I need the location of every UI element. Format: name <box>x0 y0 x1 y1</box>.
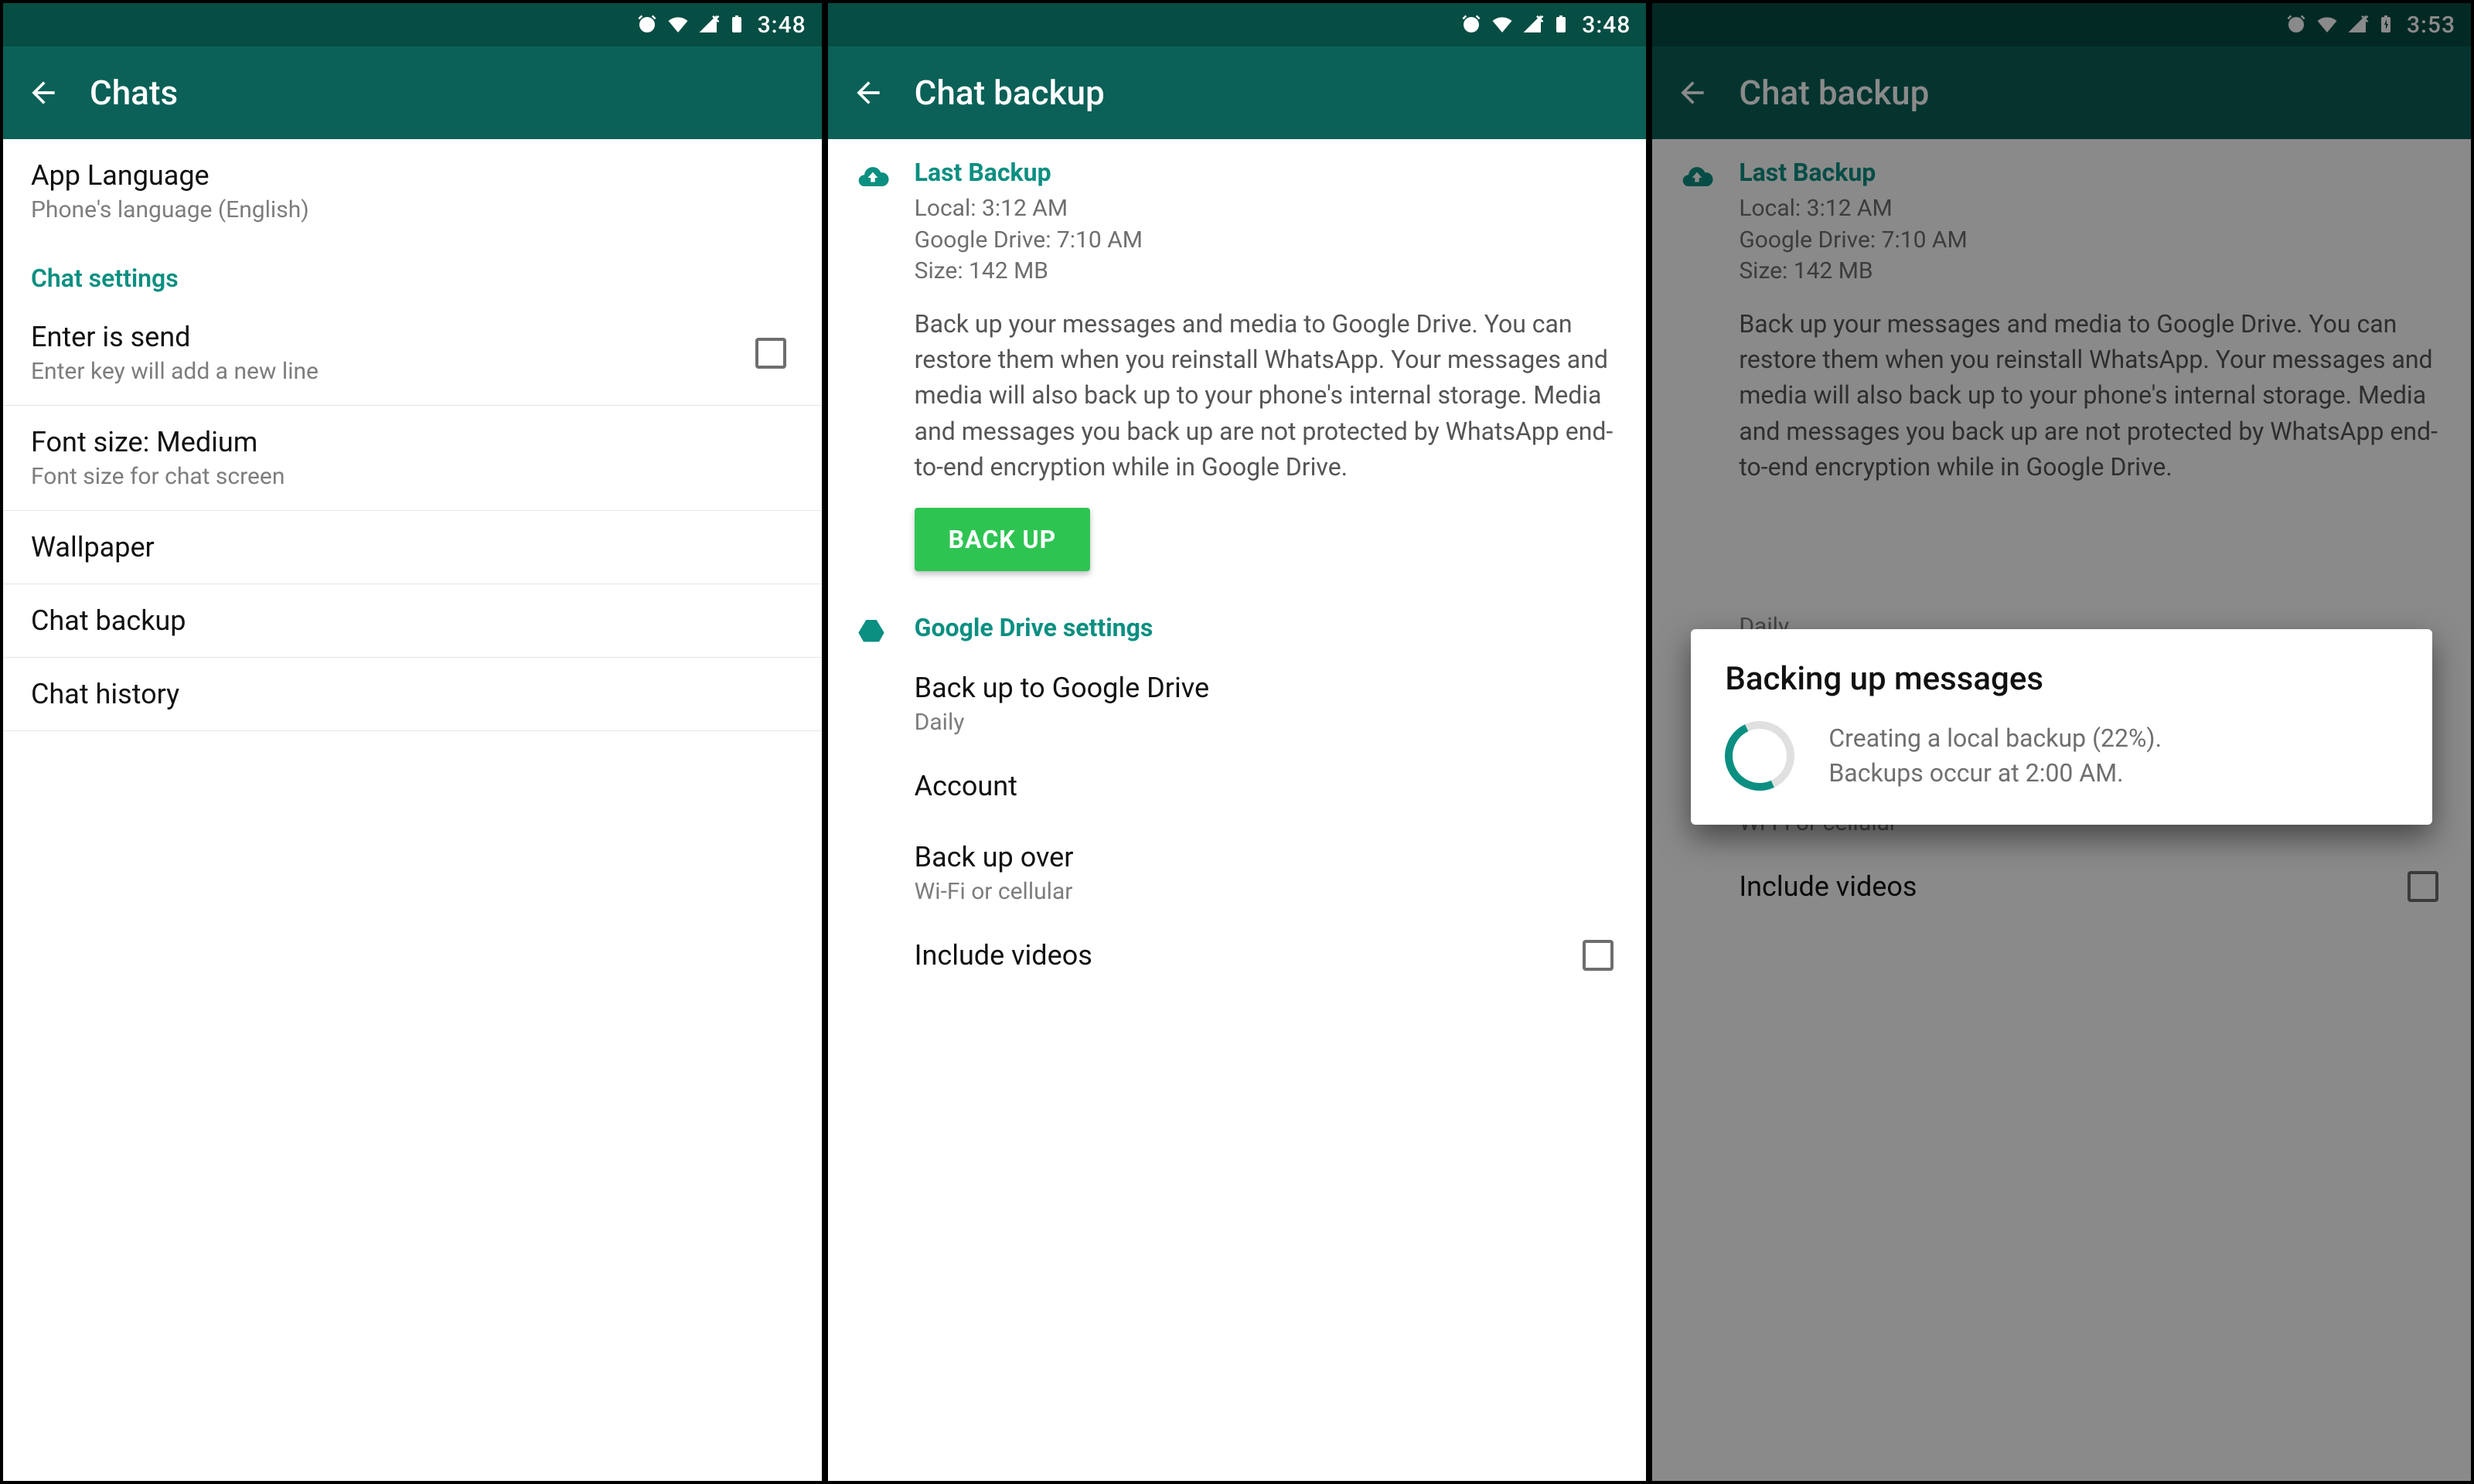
cell-icon <box>1522 13 1545 36</box>
wifi-icon <box>666 13 690 36</box>
screen-chat-backup: 3:48 Chat backup Last Backup Local: 3:12… <box>825 0 1650 1484</box>
chat-backup-label: Chat backup <box>31 604 794 637</box>
item-enter-is-send[interactable]: Enter is send Enter key will add a new l… <box>3 301 822 406</box>
cloud-upload-icon <box>856 158 893 571</box>
dialog-text: Creating a local backup (22%). Backups o… <box>1828 721 2162 791</box>
font-size-primary: Font size: Medium <box>31 426 794 458</box>
item-backup-over[interactable]: Back up over Wi-Fi or cellular <box>915 824 1619 922</box>
app-bar: Chats <box>3 46 822 139</box>
wallpaper-label: Wallpaper <box>31 531 794 563</box>
app-language-secondary: Phone's language (English) <box>31 196 794 223</box>
include-videos-checkbox[interactable] <box>1583 940 1614 971</box>
font-size-secondary: Font size for chat screen <box>31 463 794 490</box>
alarm-icon <box>1460 13 1483 36</box>
backup-description: Back up your messages and media to Googl… <box>915 306 1619 485</box>
page-title: Chats <box>90 73 178 113</box>
page-title: Chat backup <box>915 73 1105 113</box>
item-include-videos[interactable]: Include videos <box>915 922 1619 989</box>
item-backup-frequency[interactable]: Back up to Google Drive Daily <box>915 655 1619 753</box>
back-button[interactable] <box>851 76 885 110</box>
content: Last Backup Local: 3:12 AM Google Drive:… <box>828 139 1647 989</box>
backup-progress-dialog: Backing up messages Creating a local bac… <box>1691 629 2432 825</box>
dialog-title: Backing up messages <box>1725 660 2398 698</box>
enter-send-checkbox[interactable] <box>755 338 786 369</box>
last-backup-local: Local: 3:12 AM <box>915 193 1619 225</box>
back-button[interactable] <box>26 76 60 110</box>
alarm-icon <box>636 13 659 36</box>
status-time: 3:48 <box>1582 12 1631 39</box>
gdrive-settings-block: Google Drive settings <box>828 594 1647 648</box>
item-chat-backup[interactable]: Chat backup <box>3 584 822 658</box>
status-bar: 3:48 <box>828 3 1647 46</box>
app-bar: Chat backup <box>828 46 1647 139</box>
screen-chats: 3:48 Chats App Language Phone's language… <box>0 0 825 1484</box>
section-chat-settings: Chat settings <box>3 243 822 301</box>
enter-send-primary: Enter is send <box>31 321 755 353</box>
item-font-size[interactable]: Font size: Medium Font size for chat scr… <box>3 406 822 511</box>
backup-button[interactable]: BACK UP <box>915 508 1091 571</box>
item-account[interactable]: Account <box>915 753 1619 824</box>
last-backup-heading: Last Backup <box>915 158 1619 187</box>
wifi-icon <box>1491 13 1514 36</box>
last-backup-size: Size: 142 MB <box>915 256 1619 288</box>
progress-spinner-icon <box>1716 711 1804 800</box>
dialog-line2: Backups occur at 2:00 AM. <box>1828 756 2162 791</box>
screen-chat-backup-dialog: 3:53 Chat backup Last Backup Local: 3:12… <box>1649 0 2474 1484</box>
gdrive-settings-heading: Google Drive settings <box>915 613 1619 642</box>
battery-icon <box>1552 13 1569 36</box>
item-wallpaper[interactable]: Wallpaper <box>3 511 822 584</box>
item-app-language[interactable]: App Language Phone's language (English) <box>3 139 822 243</box>
status-bar: 3:48 <box>3 3 822 46</box>
status-time: 3:48 <box>758 12 806 39</box>
content: App Language Phone's language (English) … <box>3 139 822 731</box>
last-backup-block: Last Backup Local: 3:12 AM Google Drive:… <box>828 139 1647 571</box>
enter-send-secondary: Enter key will add a new line <box>31 358 755 385</box>
chat-history-label: Chat history <box>31 678 794 710</box>
battery-icon <box>728 13 745 36</box>
last-backup-gdrive: Google Drive: 7:10 AM <box>915 225 1619 257</box>
google-drive-icon <box>856 613 893 648</box>
app-language-primary: App Language <box>31 159 794 192</box>
item-chat-history[interactable]: Chat history <box>3 658 822 731</box>
cell-icon <box>697 13 721 36</box>
dialog-line1: Creating a local backup (22%). <box>1828 721 2162 756</box>
